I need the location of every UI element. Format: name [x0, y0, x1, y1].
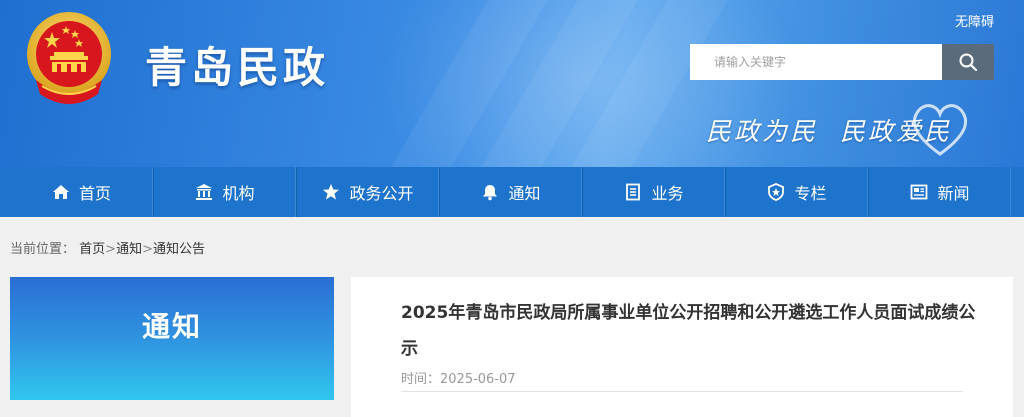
nav-item-services[interactable]: 业务 [582, 167, 725, 217]
slogan-left: 民政为民 [706, 117, 819, 146]
breadcrumb-prefix: 当前位置： [10, 242, 76, 257]
home-icon [51, 182, 71, 202]
nav-item-government-affairs[interactable]: 政务公开 [296, 167, 439, 217]
breadcrumb: 当前位置： 首页>通知>通知公告 [10, 238, 205, 257]
breadcrumb-separator: > [105, 242, 117, 257]
national-emblem-icon [27, 12, 111, 104]
search-input[interactable] [690, 44, 942, 80]
news-icon [909, 182, 929, 202]
star-icon [321, 182, 341, 202]
bell-icon [480, 182, 500, 202]
nav-label: 机构 [222, 184, 255, 203]
nav-label: 业务 [651, 184, 684, 203]
main-nav: 首页 机构 政务公开 通知 业务 专栏 新闻 [0, 167, 1024, 217]
nav-label: 通知 [508, 184, 541, 203]
divider [401, 391, 963, 392]
nav-label: 首页 [78, 184, 111, 203]
heart-icon [913, 104, 967, 156]
site-title: 青岛民政 [145, 43, 330, 92]
breadcrumb-home[interactable]: 首页 [79, 242, 105, 257]
nav-item-columns[interactable]: 专栏 [725, 167, 868, 217]
sidebar-header: 通知 [10, 277, 334, 400]
nav-item-notices[interactable]: 通知 [439, 167, 582, 217]
article-panel: 2025年青岛市民政局所属事业单位公开招聘和公开遴选工作人员面试成绩公示 时间：… [351, 277, 1013, 417]
breadcrumb-notices[interactable]: 通知 [116, 242, 142, 257]
badge-icon [766, 182, 786, 202]
nav-label: 新闻 [937, 184, 970, 203]
time-label: 时间： [401, 372, 441, 387]
search-button[interactable] [942, 44, 994, 80]
header-banner: 青岛民政 无障碍 民政为民民政爱民 [0, 0, 1024, 167]
nav-item-institutions[interactable]: 机构 [153, 167, 296, 217]
building-icon [194, 182, 214, 202]
nav-label: 专栏 [794, 184, 827, 203]
sidebar-title: 通知 [141, 310, 202, 343]
publish-date: 2025-06-07 [440, 372, 516, 387]
article-meta: 时间：2025-06-07 [401, 368, 516, 387]
nav-label: 政务公开 [349, 184, 414, 203]
nav-item-home[interactable]: 首页 [10, 167, 153, 217]
nav-item-news[interactable]: 新闻 [868, 167, 1011, 217]
breadcrumb-announcements[interactable]: 通知公告 [153, 242, 205, 257]
accessibility-link[interactable]: 无障碍 [955, 11, 994, 30]
document-icon [623, 182, 643, 202]
article-title: 2025年青岛市民政局所属事业单位公开招聘和公开遴选工作人员面试成绩公示 [401, 303, 976, 359]
breadcrumb-separator: > [142, 242, 153, 257]
search-icon [959, 53, 978, 72]
